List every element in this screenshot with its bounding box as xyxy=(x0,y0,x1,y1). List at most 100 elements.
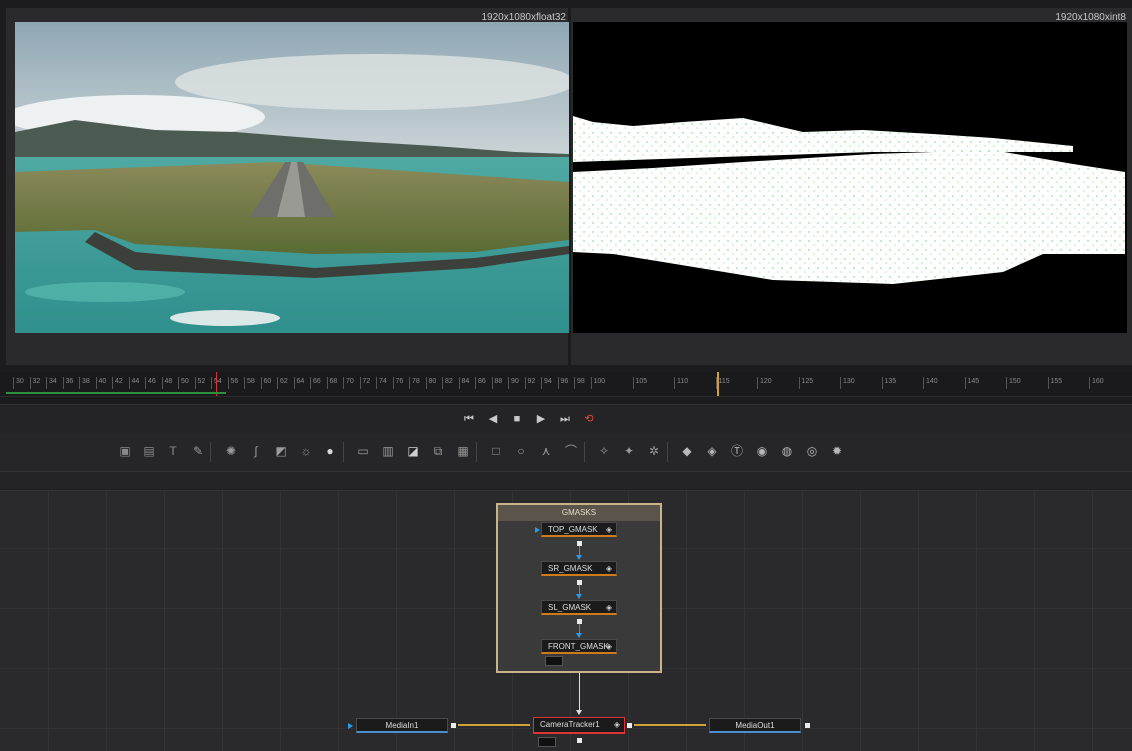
ruler-tick: 98 xyxy=(574,377,585,389)
ruler-tick: 105 xyxy=(632,377,647,389)
node-camera-tracker[interactable]: CameraTracker1 ◈ xyxy=(533,717,625,734)
node-label: SL_GMASK xyxy=(548,603,592,612)
merge-icon[interactable]: ▭ xyxy=(355,443,371,459)
node-top-gmask[interactable]: TOP_GMASK ◈ xyxy=(541,522,617,537)
ruler-tick: 70 xyxy=(343,377,354,389)
ruler-tick: 44 xyxy=(128,377,139,389)
viewer-right[interactable]: 1920x1080xint8 xyxy=(571,8,1132,365)
ruler-tick: 38 xyxy=(79,377,90,389)
loop-icon[interactable]: ⟲ xyxy=(581,411,597,427)
mediain-output-pin[interactable] xyxy=(451,723,456,728)
ruler-tick: 100 xyxy=(590,377,605,389)
merge3d-icon[interactable]: ◈ xyxy=(704,443,720,459)
ruler-tick: 66 xyxy=(310,377,321,389)
brightness-icon[interactable]: ☼ xyxy=(298,443,314,459)
drop-icon[interactable]: ● xyxy=(322,443,338,459)
ruler-tick: 110 xyxy=(674,377,688,389)
node-options-icon[interactable]: ◈ xyxy=(606,523,612,537)
node-mediaout[interactable]: MediaOut1 xyxy=(709,718,801,733)
stop-icon[interactable]: ■ xyxy=(509,411,525,427)
ruler-tick: 62 xyxy=(277,377,288,389)
node-preview-toggle[interactable] xyxy=(538,737,556,747)
toolbar-separator xyxy=(210,442,211,462)
node-front-gmask[interactable]: FRONT_GMASK ◈ xyxy=(541,639,617,654)
particle-emitter-icon[interactable]: ✧ xyxy=(596,443,612,459)
ruler-tick: 40 xyxy=(95,377,106,389)
image-icon[interactable]: ▤ xyxy=(141,443,157,459)
mediaout-output-pin[interactable] xyxy=(805,723,810,728)
node-label: MediaIn1 xyxy=(385,721,419,730)
background-icon[interactable]: ▣ xyxy=(117,443,133,459)
resize-icon[interactable]: ▦ xyxy=(455,443,471,459)
node-mediain[interactable]: MediaIn1 xyxy=(356,718,448,733)
ruler-tick: 140 xyxy=(923,377,938,389)
bspline-mask-icon[interactable]: ⌒ xyxy=(563,443,579,459)
node-label: SR_GMASK xyxy=(548,564,593,573)
ruler-tick: 92 xyxy=(524,377,535,389)
paint-icon[interactable]: ✎ xyxy=(190,443,206,459)
lights-icon[interactable]: ✹ xyxy=(829,443,845,459)
polygon-mask-icon[interactable]: ⋏ xyxy=(538,443,554,459)
ruler-tick: 155 xyxy=(1047,377,1062,389)
ruler-tick: 80 xyxy=(425,377,436,389)
node-options-icon[interactable]: ◈ xyxy=(614,718,620,732)
node-sl-gmask[interactable]: SL_GMASK ◈ xyxy=(541,600,617,615)
node-sr-gmask[interactable]: SR_GMASK ◈ xyxy=(541,561,617,576)
color-curves-icon[interactable]: ∫ xyxy=(248,443,264,459)
ruler-tick: 88 xyxy=(491,377,502,389)
particle-icon[interactable]: ✲ xyxy=(646,443,662,459)
node-options-icon[interactable]: ◈ xyxy=(606,562,612,576)
ruler-tick: 150 xyxy=(1006,377,1021,389)
node-editor-header xyxy=(0,472,1132,491)
ruler-tick: 52 xyxy=(194,377,205,389)
camera-tracker-mask-pin[interactable] xyxy=(577,738,582,743)
color-corrector-icon[interactable]: ◩ xyxy=(273,443,289,459)
toolbar-separator xyxy=(343,442,344,462)
toolbar-separator xyxy=(667,442,668,462)
ruler-tick: 42 xyxy=(112,377,123,389)
render-end-marker[interactable] xyxy=(717,372,719,396)
ellipse-mask-icon[interactable]: ○ xyxy=(513,443,529,459)
particle-render-icon[interactable]: ✦ xyxy=(621,443,637,459)
ruler-tick: 68 xyxy=(326,377,337,389)
transform-icon[interactable]: ⧉ xyxy=(430,443,446,459)
ruler-tick: 96 xyxy=(557,377,568,389)
ruler-tick: 94 xyxy=(541,377,552,389)
play-icon[interactable]: ▶ xyxy=(533,411,549,427)
node-editor[interactable]: GMASKS TOP_GMASK ◈ SR_GMASK ◈ SL_GMASK ◈… xyxy=(0,491,1132,751)
ruler-tick: 78 xyxy=(409,377,420,389)
fbx-icon[interactable]: ◎ xyxy=(804,443,820,459)
camera-tracker-output-pin[interactable] xyxy=(627,723,632,728)
skip-to-end-icon[interactable]: ⏭ xyxy=(557,411,573,427)
node-label: MediaOut1 xyxy=(735,721,775,730)
renderer3d-icon[interactable]: ◍ xyxy=(779,443,795,459)
step-back-icon[interactable]: ◀ xyxy=(485,411,501,427)
rectangle-mask-icon[interactable]: □ xyxy=(488,443,504,459)
ruler-tick: 120 xyxy=(757,377,772,389)
viewer-right-mask-image xyxy=(573,22,1127,333)
ruler-tick: 46 xyxy=(145,377,156,389)
matte-control-icon[interactable]: ◪ xyxy=(405,443,421,459)
ruler-tick: 125 xyxy=(798,377,813,389)
input-pin[interactable] xyxy=(535,527,540,533)
toolbar-separator xyxy=(476,442,477,462)
ruler-tick: 50 xyxy=(178,377,189,389)
text3d-icon[interactable]: Ⓣ xyxy=(729,443,745,459)
node-options-icon[interactable]: ◈ xyxy=(606,640,612,654)
timeline-ruler[interactable]: 30 32 34 36 38 40 42 44 46 48 50 52 54 56 58 60 62 64 66 68… xyxy=(0,372,1132,397)
shape3d-icon[interactable]: ◆ xyxy=(679,443,695,459)
ruler-tick: 74 xyxy=(376,377,387,389)
ruler-tick: 72 xyxy=(359,377,370,389)
skip-to-start-icon[interactable]: ⏮ xyxy=(461,411,477,427)
channel-booleans-icon[interactable]: ▥ xyxy=(380,443,396,459)
text-icon[interactable]: T xyxy=(165,443,181,459)
node-options-icon[interactable]: ◈ xyxy=(606,601,612,615)
viewer-left[interactable]: 1920x1080xfloat32 xyxy=(6,8,569,365)
toolbar-separator xyxy=(584,442,585,462)
camera3d-icon[interactable]: ◉ xyxy=(754,443,770,459)
ruler-tick: 60 xyxy=(260,377,271,389)
ruler-tick: 145 xyxy=(964,377,979,389)
mediain-input-pin[interactable] xyxy=(348,723,353,729)
blur-icon[interactable]: ✺ xyxy=(223,443,239,459)
node-preview-toggle[interactable] xyxy=(545,656,563,666)
